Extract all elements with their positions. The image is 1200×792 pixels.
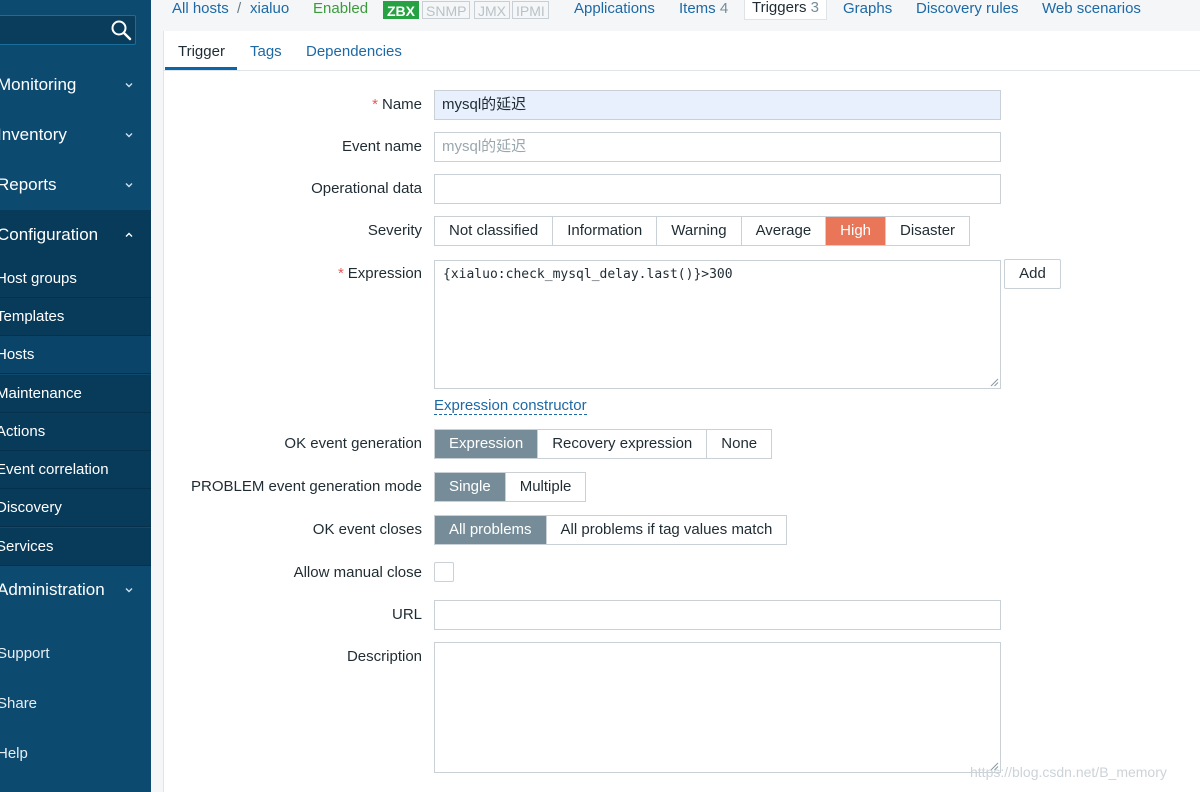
expression-constructor-link[interactable]: Expression constructor xyxy=(434,397,587,415)
expression-label: * Expression xyxy=(337,265,422,282)
items-link[interactable]: Items 4 xyxy=(679,0,728,17)
name-input[interactable]: mysql的延迟 xyxy=(434,90,1001,120)
operational-data-label: Operational data xyxy=(311,180,422,197)
ok-gen-recovery-expression[interactable]: Recovery expression xyxy=(538,430,708,458)
search-icon[interactable] xyxy=(110,19,132,41)
ipmi-availability-badge: IPMI xyxy=(512,1,549,19)
ok-gen-none[interactable]: None xyxy=(707,430,771,458)
severity-selector: Not classified Information Warning Avera… xyxy=(434,216,971,246)
form-tabs: Trigger Tags Dependencies xyxy=(164,31,1200,71)
expression-text: {xialuo:check_mysql_delay.last()}>300 xyxy=(443,267,733,282)
ok-event-closes-label: OK event closes xyxy=(312,521,422,538)
graphs-link[interactable]: Graphs xyxy=(843,0,892,17)
triggers-tab[interactable]: Triggers 3 xyxy=(744,0,827,20)
expression-textarea[interactable]: {xialuo:check_mysql_delay.last()}>300 xyxy=(434,260,1001,389)
tab-trigger[interactable]: Trigger xyxy=(178,43,225,60)
jmx-availability-badge: JMX xyxy=(474,1,510,19)
severity-not-classified[interactable]: Not classified xyxy=(435,217,554,245)
severity-label: Severity xyxy=(367,222,422,239)
problem-mode-label: PROBLEM event generation mode xyxy=(191,478,422,495)
tab-dependencies[interactable]: Dependencies xyxy=(306,43,402,60)
submenu-hosts[interactable]: Hosts xyxy=(0,336,151,374)
all-hosts-link[interactable]: All hosts xyxy=(172,0,229,17)
description-textarea[interactable] xyxy=(434,642,1001,773)
ok-event-generation-selector: Expression Recovery expression None xyxy=(434,429,773,459)
snmp-availability-badge: SNMP xyxy=(422,1,471,19)
allow-manual-close-checkbox[interactable] xyxy=(434,562,454,582)
ok-closes-all-problems[interactable]: All problems xyxy=(435,516,547,544)
active-tab-indicator xyxy=(165,67,237,70)
allow-manual-close-label: Allow manual close xyxy=(293,564,422,581)
ok-event-generation-label: OK event generation xyxy=(284,435,422,452)
resize-handle-icon[interactable] xyxy=(989,377,999,387)
share-link[interactable]: Share xyxy=(0,690,151,720)
severity-average[interactable]: Average xyxy=(742,217,827,245)
discovery-rules-link[interactable]: Discovery rules xyxy=(916,0,1019,17)
url-input[interactable] xyxy=(434,600,1001,630)
problem-mode-selector: Single Multiple xyxy=(434,472,587,502)
applications-link[interactable]: Applications xyxy=(574,0,655,17)
host-status[interactable]: Enabled xyxy=(313,0,368,17)
watermark: https://blog.csdn.net/B_memory xyxy=(970,764,1167,780)
ok-closes-tag-match[interactable]: All problems if tag values match xyxy=(547,516,787,544)
host-navigation-bar: All hosts / xialuo Enabled ZBX SNMP JMX … xyxy=(151,0,1200,31)
sidebar: Monitoring Inventory Reports Configurati… xyxy=(0,0,151,792)
name-label: * Name xyxy=(372,96,422,113)
problem-mode-multiple[interactable]: Multiple xyxy=(506,473,586,501)
chevron-down-icon xyxy=(125,83,133,88)
severity-high[interactable]: High xyxy=(826,217,887,245)
zbx-availability-badge: ZBX xyxy=(383,1,419,19)
chevron-down-icon xyxy=(125,588,133,593)
severity-warning[interactable]: Warning xyxy=(657,217,742,245)
host-link[interactable]: xialuo xyxy=(250,0,289,17)
tab-tags[interactable]: Tags xyxy=(250,43,282,60)
add-expression-button[interactable]: Add xyxy=(1004,259,1061,289)
description-label: Description xyxy=(346,648,422,665)
problem-mode-single[interactable]: Single xyxy=(435,473,506,501)
event-name-placeholder: mysql的延迟 xyxy=(442,138,527,155)
help-link[interactable]: Help xyxy=(0,740,151,770)
web-scenarios-link[interactable]: Web scenarios xyxy=(1042,0,1141,17)
event-name-input[interactable]: mysql的延迟 xyxy=(434,132,1001,162)
ok-event-closes-selector: All problems All problems if tag values … xyxy=(434,515,788,545)
submenu-templates[interactable]: Templates xyxy=(0,298,151,336)
severity-disaster[interactable]: Disaster xyxy=(886,217,969,245)
breadcrumb-separator: / xyxy=(237,0,242,17)
url-label: URL xyxy=(391,606,422,623)
operational-data-input[interactable] xyxy=(434,174,1001,204)
event-name-label: Event name xyxy=(341,138,422,155)
severity-information[interactable]: Information xyxy=(553,217,658,245)
submenu-maintenance[interactable]: Maintenance xyxy=(0,375,151,413)
ok-gen-expression[interactable]: Expression xyxy=(435,430,539,458)
